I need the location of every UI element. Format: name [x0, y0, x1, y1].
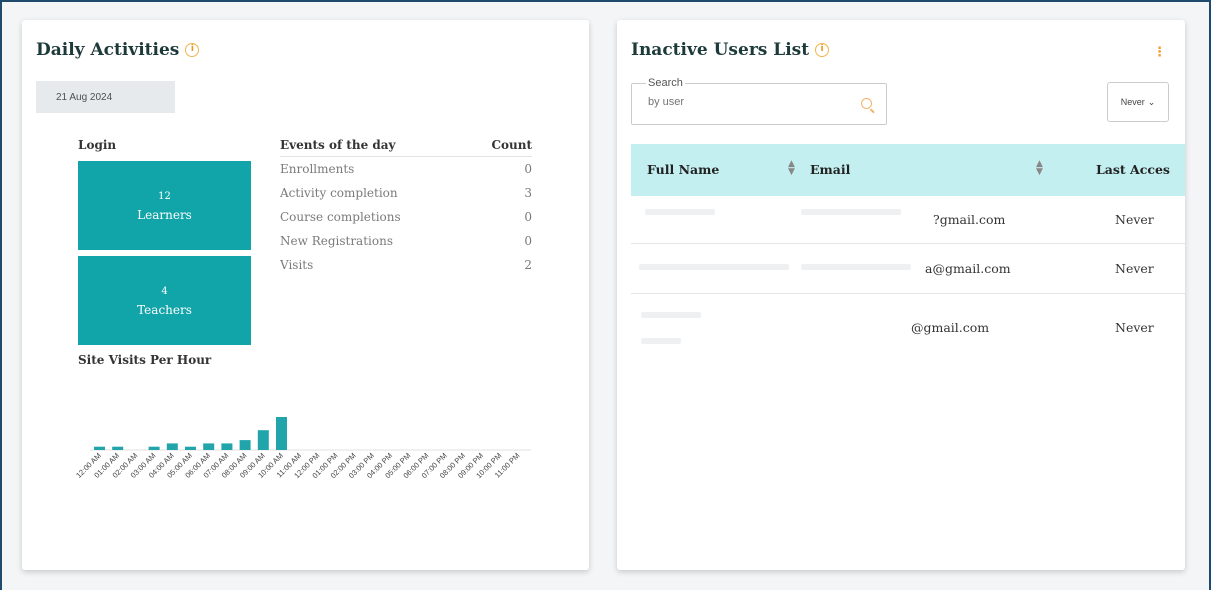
chevron-down-icon: ⌄ — [1147, 96, 1156, 107]
search-input[interactable] — [648, 96, 828, 108]
redacted-name — [639, 264, 789, 270]
events-row: Visits 2 — [280, 253, 532, 277]
events-row: Enrollments 0 — [280, 157, 532, 181]
column-header-email[interactable]: Email — [810, 162, 850, 177]
chart-bar[interactable] — [112, 446, 124, 450]
table-row[interactable]: @gmail.com Never — [631, 294, 1185, 364]
events-row: New Registrations 0 — [280, 229, 532, 253]
event-count: 3 — [524, 186, 532, 200]
chart-bar[interactable] — [221, 443, 233, 450]
events-header-count: Count — [491, 138, 532, 152]
table-row[interactable]: ?gmail.com Never — [631, 196, 1185, 244]
email-cell: ?gmail.com — [933, 212, 1006, 227]
last-access-filter-select[interactable]: Never ⌄ — [1107, 82, 1169, 122]
event-name: Course completions — [280, 210, 401, 224]
event-count: 0 — [524, 234, 532, 248]
teachers-stat: 4 Teachers — [78, 256, 251, 345]
chart-bar[interactable] — [257, 430, 269, 450]
chart-bar[interactable] — [276, 417, 287, 450]
search-icon[interactable] — [861, 98, 872, 109]
site-visits-chart: 12:00 AM01:00 AM02:00 AM03:00 AM04:00 AM… — [74, 417, 531, 480]
redacted-name — [645, 209, 715, 215]
table-header: Full Name ▲ ▼ Email ▲ ▼ Last Acces — [631, 144, 1185, 196]
inactive-users-card: Inactive Users List i ⋮ Search Never ⌄ F… — [617, 20, 1185, 570]
site-visits-label: Site Visits Per Hour — [78, 353, 212, 367]
daily-activities-title: Daily Activities i — [36, 40, 200, 60]
email-cell: a@gmail.com — [925, 261, 1011, 276]
events-header: Events of the day Count — [280, 138, 532, 157]
table-row[interactable]: a@gmail.com Never — [631, 244, 1185, 294]
redacted-name — [641, 312, 701, 318]
chart-bar[interactable] — [148, 446, 160, 450]
event-name: Enrollments — [280, 162, 355, 176]
redacted-email — [801, 264, 911, 270]
events-row: Course completions 0 — [280, 205, 532, 229]
last-access-cell: Never — [1115, 212, 1154, 227]
chart-bar[interactable] — [94, 446, 105, 450]
redacted-name — [641, 338, 681, 344]
inactive-users-title-text: Inactive Users List — [631, 40, 810, 60]
teachers-label: Teachers — [137, 302, 192, 317]
inactive-users-title: Inactive Users List i — [631, 40, 830, 60]
teachers-count: 4 — [161, 285, 168, 297]
event-count: 2 — [524, 258, 532, 272]
learners-count: 12 — [158, 190, 171, 202]
chart-bar[interactable] — [203, 443, 215, 450]
last-access-cell: Never — [1115, 320, 1154, 335]
column-header-last-access[interactable]: Last Acces — [1096, 162, 1170, 177]
login-label: Login — [78, 138, 117, 152]
chart-bar[interactable] — [239, 440, 251, 450]
info-icon[interactable]: i — [185, 43, 200, 57]
last-access-cell: Never — [1115, 261, 1154, 276]
event-name: Activity completion — [280, 186, 398, 200]
event-count: 0 — [524, 210, 532, 224]
events-table: Events of the day Count Enrollments 0 Ac… — [280, 138, 532, 277]
redacted-email — [801, 209, 901, 215]
search-field[interactable]: Search — [631, 77, 887, 125]
events-header-name: Events of the day — [280, 138, 396, 152]
learners-label: Learners — [137, 207, 192, 222]
sort-icon[interactable]: ▲ ▼ — [788, 160, 795, 177]
info-icon[interactable]: i — [815, 43, 830, 57]
column-header-full-name[interactable]: Full Name — [647, 162, 719, 177]
date-chip[interactable]: 21 Aug 2024 — [36, 81, 175, 113]
chart-bar[interactable] — [166, 443, 178, 450]
event-name: New Registrations — [280, 234, 393, 248]
daily-activities-title-text: Daily Activities — [36, 40, 180, 60]
learners-stat: 12 Learners — [78, 161, 251, 250]
daily-activities-card: Daily Activities i 21 Aug 2024 Login 12 … — [22, 20, 589, 570]
event-count: 0 — [524, 162, 532, 176]
events-row: Activity completion 3 — [280, 181, 532, 205]
sort-icon[interactable]: ▲ ▼ — [1036, 160, 1043, 177]
email-cell: @gmail.com — [911, 320, 990, 335]
kebab-menu-icon[interactable]: ⋮ — [1153, 46, 1166, 59]
chart-bar[interactable] — [185, 446, 196, 450]
event-name: Visits — [280, 258, 314, 272]
filter-value: Never — [1120, 97, 1145, 107]
search-legend: Search — [646, 77, 685, 89]
